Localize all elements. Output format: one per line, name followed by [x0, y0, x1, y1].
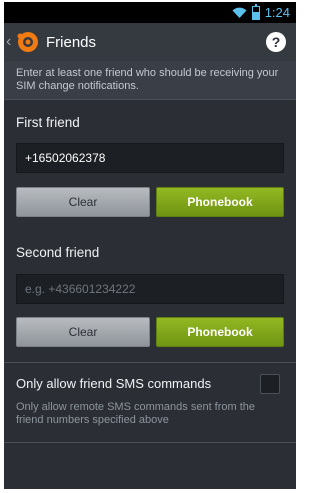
- second-friend-input[interactable]: e.g. +436601234222: [16, 274, 284, 304]
- intro-text: Enter at least one friend who should be …: [4, 61, 296, 99]
- first-friend-label: First friend: [16, 115, 80, 130]
- chevron-left-icon[interactable]: ‹: [6, 33, 14, 51]
- sms-commands-label: Only allow friend SMS commands: [16, 376, 212, 391]
- help-icon[interactable]: ?: [266, 32, 286, 52]
- phone-frame: 1:24 ‹ Friends ? Enter at least one frie…: [0, 0, 300, 493]
- avast-logo-icon[interactable]: [16, 30, 40, 54]
- divider: [4, 442, 296, 443]
- first-friend-phonebook-button[interactable]: Phonebook: [156, 187, 284, 217]
- first-friend-input[interactable]: +16502062378: [16, 143, 284, 173]
- page-title: Friends: [46, 33, 97, 51]
- sms-commands-description: Only allow remote SMS commands sent from…: [16, 401, 256, 426]
- app-screen: 1:24 ‹ Friends ? Enter at least one frie…: [4, 2, 296, 489]
- status-bar: 1:24: [4, 2, 296, 23]
- divider: [4, 362, 296, 363]
- second-friend-clear-button[interactable]: Clear: [16, 317, 150, 347]
- status-time: 1:24: [264, 5, 290, 20]
- first-friend-clear-button[interactable]: Clear: [16, 187, 150, 217]
- sms-commands-checkbox[interactable]: [260, 374, 280, 394]
- divider: [4, 99, 296, 100]
- wifi-icon: [232, 7, 247, 19]
- second-friend-label: Second friend: [16, 245, 100, 260]
- battery-icon: [251, 3, 260, 20]
- second-friend-phonebook-button[interactable]: Phonebook: [156, 317, 284, 347]
- action-bar: ‹ Friends ?: [4, 23, 296, 61]
